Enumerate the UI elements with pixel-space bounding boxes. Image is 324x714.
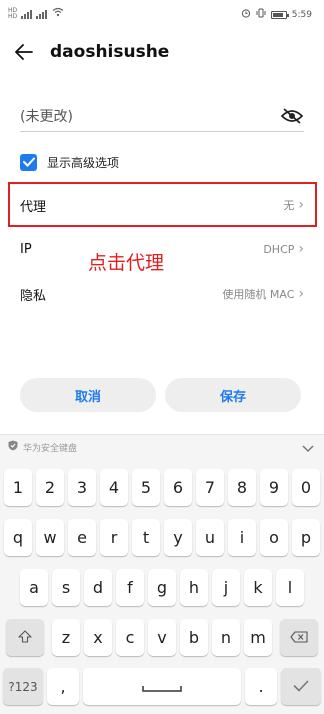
row_a-key-a[interactable]: a (20, 569, 48, 606)
tap-proxy-annotation: 点击代理 (88, 252, 165, 274)
page-title: daoshisushe (50, 42, 170, 62)
space-key[interactable] (83, 668, 241, 705)
row_a-key-k[interactable]: k (244, 569, 272, 606)
shift-icon (18, 628, 32, 647)
row_z-key-x[interactable]: x (84, 619, 112, 656)
row_q-key-y[interactable]: y (164, 519, 192, 556)
save-button[interactable]: 保存 (165, 378, 301, 412)
ip-value: DHCP (263, 242, 295, 256)
alarm-icon (241, 8, 251, 21)
cancel-button[interactable]: 取消 (20, 378, 156, 412)
ip-label: IP (20, 241, 32, 257)
keyboard: 华为安全键盘 1234567890 qwertyuiop asdfghjkl z… (0, 434, 324, 714)
status-right: 5:59 (241, 8, 312, 21)
row_a-key-s[interactable]: s (52, 569, 80, 606)
keyboard-brand: 华为安全键盘 (8, 440, 77, 454)
privacy-label: 隐私 (20, 288, 47, 304)
clock: 5:59 (291, 9, 312, 20)
privacy-value: 使用随机 MAC (222, 288, 295, 301)
row_z-key-m[interactable]: m (244, 619, 272, 656)
row_z-key-n[interactable]: n (212, 619, 240, 656)
period-key[interactable]: . (245, 668, 277, 705)
battery-fill (272, 12, 283, 17)
row_a-key-d[interactable]: d (84, 569, 112, 606)
keyboard-brand-label: 华为安全键盘 (23, 443, 78, 454)
enter-key[interactable] (281, 668, 321, 705)
chevron-right-icon: › (298, 241, 304, 257)
status-bar: HD HD 5:59 (0, 0, 324, 30)
row_q-key-o[interactable]: o (260, 519, 288, 556)
arrow-left-icon[interactable] (4, 36, 44, 68)
row_numbers-key-2[interactable]: 2 (36, 469, 64, 506)
row_a-key-j[interactable]: j (212, 569, 240, 606)
row_z-key-v[interactable]: v (148, 619, 176, 656)
advanced-options-checkbox[interactable] (20, 153, 37, 171)
eye-off-icon[interactable] (280, 106, 304, 126)
signal-2-icon (36, 9, 48, 19)
row_q-key-e[interactable]: e (68, 519, 96, 556)
shield-icon (8, 440, 18, 454)
password-value: (未更改) (20, 108, 73, 125)
row_z-key-c[interactable]: c (116, 619, 144, 656)
row_numbers-key-7[interactable]: 7 (196, 469, 224, 506)
letter-row-3: zxcvbnm (0, 619, 324, 656)
row_a-key-g[interactable]: g (148, 569, 176, 606)
advanced-options-label: 显示高级选项 (47, 155, 120, 170)
chevron-right-icon: › (298, 286, 304, 302)
space-icon (142, 677, 182, 696)
signal-1-icon (21, 9, 33, 19)
sim-indicators: HD HD (8, 7, 18, 20)
row_numbers-key-9[interactable]: 9 (260, 469, 288, 506)
shift-key[interactable] (6, 619, 44, 656)
row_numbers-key-0[interactable]: 0 (292, 469, 320, 506)
row_q-key-r[interactable]: r (100, 519, 128, 556)
ip-value-group: DHCP › (263, 241, 304, 257)
password-field[interactable]: (未更改) (20, 100, 304, 132)
row_a-key-h[interactable]: h (180, 569, 208, 606)
bottom-key-row: ?123 , . (0, 668, 324, 705)
sim2-label: HD (8, 12, 18, 20)
backspace-icon (290, 628, 308, 647)
app-header: daoshisushe (0, 36, 324, 68)
row_numbers-key-8[interactable]: 8 (228, 469, 256, 506)
vibrate-icon (256, 8, 266, 21)
privacy-setting-row[interactable]: 隐私 使用随机 MAC › (20, 276, 304, 312)
letter-row-1: qwertyuiop (0, 519, 324, 556)
wifi-icon (52, 7, 64, 20)
row_z-key-z[interactable]: z (52, 619, 80, 656)
battery-icon (270, 10, 289, 19)
signal-area: HD HD (8, 7, 64, 20)
row_q-key-i[interactable]: i (228, 519, 256, 556)
keyboard-toolbar: 华为安全键盘 (0, 435, 324, 459)
row_q-key-q[interactable]: q (4, 519, 32, 556)
letter-row-2: asdfghjkl (0, 569, 324, 606)
row_q-key-u[interactable]: u (196, 519, 224, 556)
checkmark-icon (293, 677, 309, 696)
backspace-key[interactable] (280, 619, 318, 656)
row_q-key-p[interactable]: p (292, 519, 320, 556)
row_numbers-key-4[interactable]: 4 (100, 469, 128, 506)
row_z-key-b[interactable]: b (180, 619, 208, 656)
number-key-row: 1234567890 (0, 469, 324, 506)
comma-key[interactable]: , (47, 668, 79, 705)
advanced-options-row[interactable]: 显示高级选项 (20, 151, 119, 173)
proxy-highlight-box (8, 182, 317, 227)
row_q-key-w[interactable]: w (36, 519, 64, 556)
row_numbers-key-5[interactable]: 5 (132, 469, 160, 506)
chevron-down-icon[interactable] (302, 438, 314, 457)
letter-row-3-keys: zxcvbnm (50, 619, 274, 656)
privacy-value-group: 使用随机 MAC › (222, 286, 304, 302)
row_numbers-key-6[interactable]: 6 (164, 469, 192, 506)
row_a-key-f[interactable]: f (116, 569, 144, 606)
symbols-key[interactable]: ?123 (3, 668, 43, 705)
row_numbers-key-3[interactable]: 3 (68, 469, 96, 506)
row_q-key-t[interactable]: t (132, 519, 160, 556)
row_numbers-key-1[interactable]: 1 (4, 469, 32, 506)
row_a-key-l[interactable]: l (276, 569, 304, 606)
